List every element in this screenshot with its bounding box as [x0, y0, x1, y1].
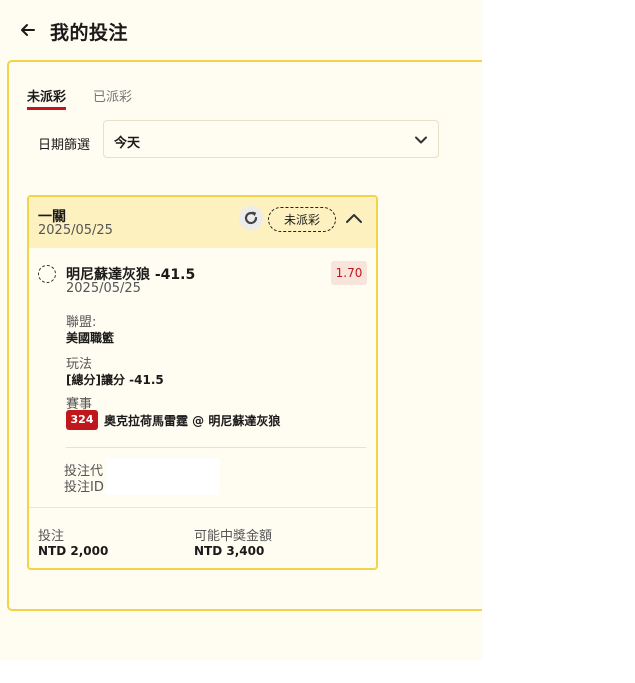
arrow-left-icon[interactable]	[18, 20, 38, 40]
redacted-area	[106, 458, 220, 495]
date-filter-label: 日期篩選	[38, 138, 91, 153]
header: 我的投注	[0, 0, 482, 60]
page-title: 我的投注	[50, 22, 129, 44]
tab-active-underline	[27, 107, 67, 110]
event-id-badge: 324	[66, 410, 98, 430]
app-root: 我的投注 未派彩 已派彩 日期篩選 今天 一關 2025/05/25 未派彩 明…	[0, 0, 482, 660]
payout-label: 可能中獎金額	[194, 529, 273, 544]
league-label: 聯盟:	[66, 315, 97, 330]
bet-card-header: 一關 2025/05/25 未派彩	[29, 197, 376, 248]
date-filter-value: 今天	[114, 136, 141, 151]
tab-unsettled[interactable]: 未派彩	[27, 86, 67, 110]
tab-settled-label: 已派彩	[93, 90, 133, 105]
market-label: 玩法	[66, 357, 93, 372]
bet-card: 一關 2025/05/25 未派彩 明尼蘇達灰狼 -41.5 2025/05/2…	[27, 195, 378, 570]
tab-unsettled-label: 未派彩	[27, 90, 67, 105]
selection-date: 2025/05/25	[66, 281, 141, 296]
event-name: 奧克拉荷馬雷霆 @ 明尼蘇達灰狼	[104, 414, 281, 428]
chevron-up-icon[interactable]	[345, 210, 363, 228]
tab-settled[interactable]: 已派彩	[93, 86, 132, 105]
market-value: [總分]讓分 -41.5	[66, 373, 164, 387]
footer-divider	[29, 507, 376, 508]
date-filter-select[interactable]: 今天	[103, 120, 439, 158]
divider	[66, 447, 366, 448]
stake-value: NTD 2,000	[38, 544, 109, 558]
odds-badge: 1.70	[331, 261, 367, 285]
bet-date: 2025/05/25	[38, 223, 113, 238]
bet-id-label: 投注ID	[64, 480, 104, 495]
refresh-icon[interactable]	[239, 206, 263, 230]
selection-status-icon	[38, 265, 56, 283]
bets-panel: 未派彩 已派彩 日期篩選 今天 一關 2025/05/25 未派彩 明尼蘇達灰狼…	[7, 60, 482, 611]
status-badge: 未派彩	[268, 207, 336, 232]
chevron-down-icon	[415, 136, 427, 144]
league-value: 美國職籃	[66, 331, 115, 345]
payout-value: NTD 3,400	[194, 544, 265, 558]
stake-label: 投注	[38, 529, 65, 544]
